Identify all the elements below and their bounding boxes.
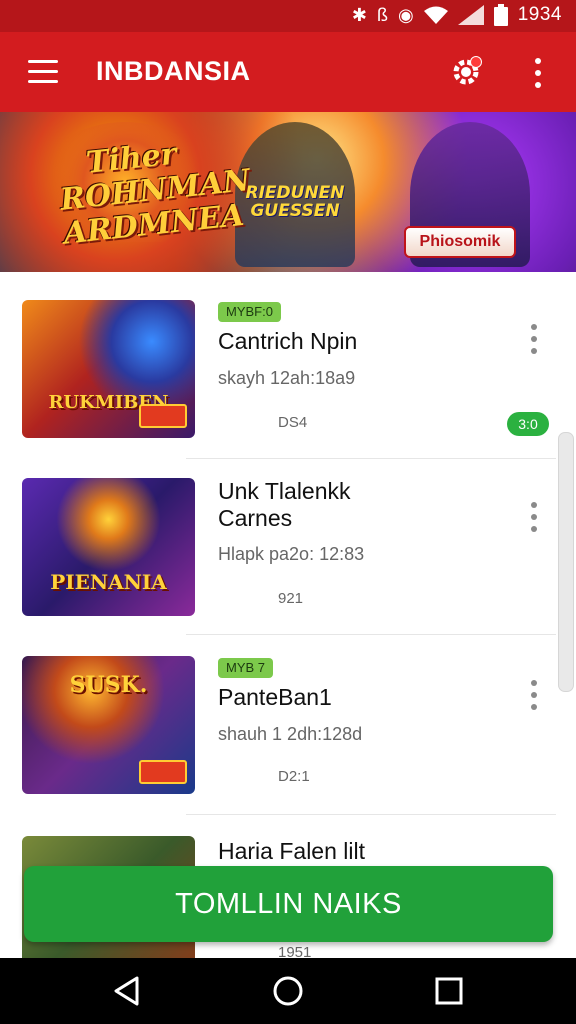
settings-icon[interactable] — [448, 54, 484, 90]
item-more-icon[interactable] — [526, 502, 542, 532]
item-title: Unk Tlalenkk Carnes — [218, 478, 351, 531]
item-tag: MYB 7 — [218, 658, 274, 678]
game-thumbnail: SUSK. — [22, 656, 195, 794]
recents-icon[interactable] — [432, 974, 466, 1008]
item-more-icon[interactable] — [526, 680, 542, 710]
back-icon[interactable] — [110, 974, 144, 1008]
item-meta: skayh 12ah:18a9 — [218, 368, 356, 388]
list-divider — [186, 814, 556, 815]
thumbnail-label: SUSK. — [69, 672, 148, 698]
alarm-icon: ◉ — [398, 4, 414, 25]
item-title: Haria Falen lilt — [218, 838, 365, 864]
item-title: Cantrich Npin — [218, 328, 358, 354]
item-meta: Hlapk pa2o: 12:83 — [218, 544, 365, 564]
list-divider — [186, 634, 556, 635]
primary-cta-button[interactable]: TOMLLIN NAIKS — [24, 866, 553, 942]
item-count: DS4 — [278, 414, 308, 431]
system-nav-bar — [0, 958, 576, 1024]
status-time: 1934 — [517, 4, 562, 25]
thumbnail-sticker — [139, 404, 187, 428]
status-icons: ✱ ß ◉ 1934 — [352, 4, 562, 26]
list-item[interactable]: PIENANIA Unk Tlalenkk Carnes Hlapk pa2o:… — [0, 478, 576, 656]
app-title: INBDANSIA — [96, 56, 251, 86]
item-count: D2:1 — [278, 768, 310, 785]
item-count: 921 — [278, 590, 304, 607]
game-thumbnail: PIENANIA — [22, 478, 195, 616]
home-icon[interactable] — [271, 974, 305, 1008]
battery-icon — [493, 4, 508, 26]
item-score-badge: 3:0 — [507, 412, 549, 436]
scrollbar[interactable] — [558, 432, 574, 692]
menu-icon[interactable] — [28, 60, 58, 84]
item-meta: shauh 1 2dh:128d — [218, 724, 363, 744]
promo-banner[interactable]: Tiher ROHNMAN ARDMNEA RIEDUNEN GUESSEN P… — [0, 112, 576, 272]
more-vert-icon[interactable] — [526, 56, 550, 90]
app-bar: INBDANSIA — [0, 32, 576, 112]
status-bar: ✱ ß ◉ 1934 — [0, 0, 576, 32]
list-item[interactable]: RUKMIBEN MYBF:0 Cantrich Npin skayh 12ah… — [0, 300, 576, 478]
bluetooth-icon: ✱ — [351, 4, 367, 25]
banner-badge: Phiosomik — [404, 226, 516, 258]
game-thumbnail: RUKMIBEN — [22, 300, 195, 438]
banner-title: Tiher ROHNMAN ARDMNEA — [58, 136, 252, 252]
item-tag: MYBF:0 — [218, 302, 281, 322]
thumbnail-sticker — [139, 760, 187, 784]
signal-icon — [457, 5, 484, 25]
nfc-icon: ß — [377, 4, 388, 25]
item-more-icon[interactable] — [526, 324, 542, 354]
list-divider — [186, 458, 556, 459]
banner-subtitle: RIEDUNEN GUESSEN — [245, 183, 345, 221]
wifi-icon — [423, 6, 448, 24]
notification-dot — [470, 56, 482, 68]
thumbnail-label: PIENANIA — [50, 570, 167, 594]
item-title: PanteBan1 — [218, 684, 332, 710]
list-item[interactable]: SUSK. MYB 7 PanteBan1 shauh 1 2dh:128d D… — [0, 656, 576, 834]
